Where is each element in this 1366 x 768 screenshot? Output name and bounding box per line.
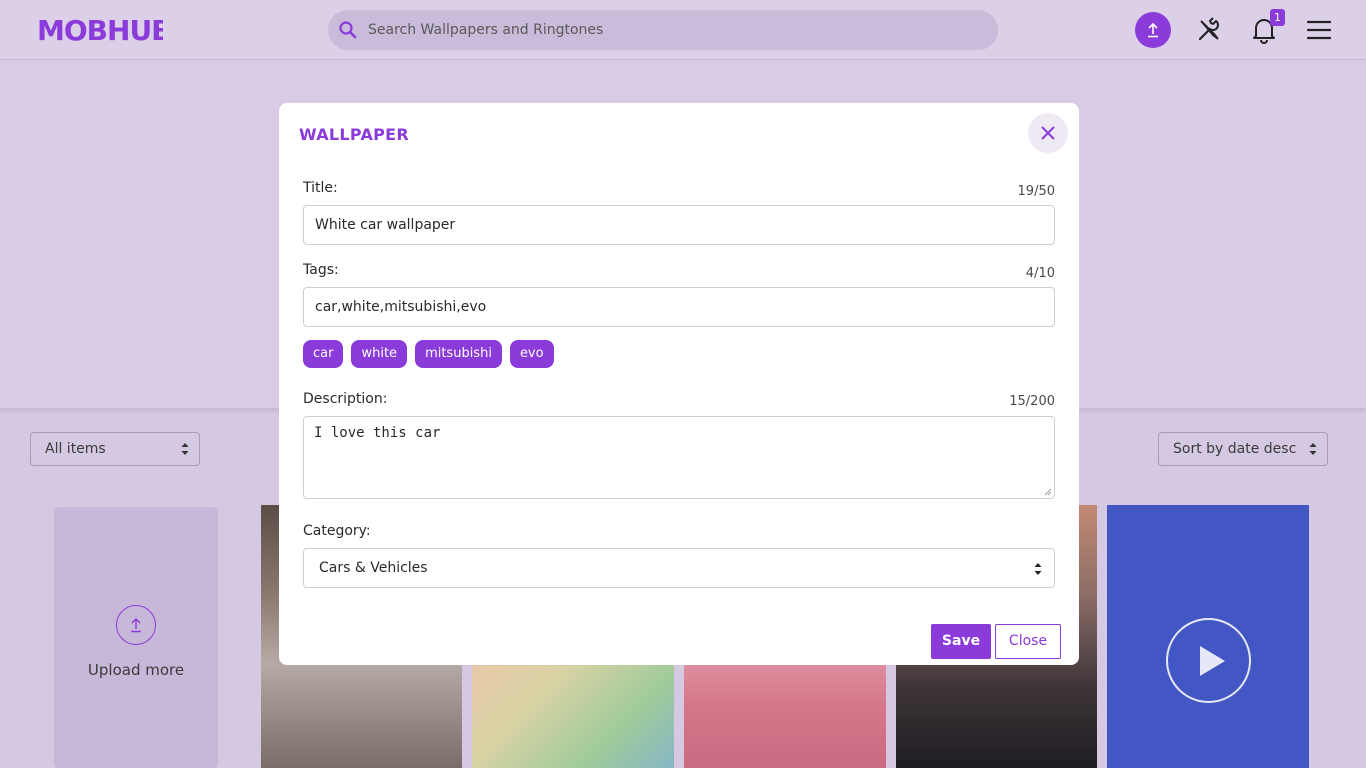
- tools-icon: [1198, 17, 1219, 41]
- item-type-select[interactable]: All items: [30, 432, 200, 466]
- play-button[interactable]: [1166, 618, 1251, 703]
- wallpaper-edit-modal: WALLPAPER Title: 19/50 White car wallpap…: [279, 103, 1079, 665]
- search-input[interactable]: [368, 10, 988, 50]
- tag-chip[interactable]: evo: [509, 340, 554, 368]
- notification-badge: 1: [1270, 9, 1285, 26]
- item-type-select-value: All items: [45, 441, 106, 457]
- upload-button[interactable]: [1135, 12, 1171, 48]
- tags-input[interactable]: car,white,mitsubishi,evo: [303, 287, 1055, 327]
- search-icon: [339, 21, 357, 39]
- tags-count: 4/10: [1025, 266, 1055, 281]
- sort-select[interactable]: Sort by date desc: [1158, 432, 1328, 466]
- category-select[interactable]: Cars & Vehicles: [303, 548, 1055, 588]
- description-label: Description:: [303, 391, 388, 407]
- select-arrows-icon: [181, 443, 189, 455]
- modal-close-x-button[interactable]: [1028, 113, 1068, 153]
- resize-grip-icon[interactable]: [1044, 488, 1052, 496]
- hamburger-menu-icon: [1306, 20, 1332, 40]
- select-arrows-icon: [1309, 443, 1317, 455]
- upload-circle: [116, 605, 156, 645]
- tags-label: Tags:: [303, 262, 339, 278]
- sort-select-value: Sort by date desc: [1173, 441, 1297, 457]
- category-label: Category:: [303, 523, 371, 539]
- upload-more-label: Upload more: [87, 661, 185, 679]
- upload-icon: [131, 618, 141, 633]
- tag-chip[interactable]: car: [303, 340, 344, 368]
- title-char-count: 19/50: [1017, 184, 1055, 199]
- upload-icon: [1148, 22, 1158, 38]
- close-icon: [1041, 126, 1055, 140]
- upload-more-card[interactable]: Upload more: [54, 507, 218, 768]
- search-bar: [328, 10, 998, 50]
- modal-title: WALLPAPER: [299, 125, 410, 144]
- tools-button[interactable]: [1191, 12, 1227, 48]
- description-char-count: 15/200: [1009, 394, 1055, 409]
- select-arrows-icon: [1034, 563, 1042, 575]
- tag-chips: car white mitsubishi evo: [303, 340, 554, 368]
- top-navbar: MOBHUB 1: [0, 0, 1366, 60]
- save-button[interactable]: Save: [931, 624, 991, 659]
- close-button[interactable]: Close: [995, 624, 1061, 659]
- play-icon: [1200, 646, 1225, 676]
- title-input[interactable]: White car wallpaper: [303, 205, 1055, 245]
- mobhub-logo[interactable]: MOBHUB: [37, 14, 163, 46]
- ringtone-card[interactable]: [1107, 505, 1309, 768]
- tag-chip[interactable]: white: [351, 340, 408, 368]
- tag-chip[interactable]: mitsubishi: [415, 340, 502, 368]
- menu-button[interactable]: [1301, 12, 1337, 48]
- logo-text: MOBHUB: [37, 14, 163, 46]
- category-select-value: Cars & Vehicles: [319, 560, 428, 576]
- description-text: I love this car: [314, 425, 441, 441]
- title-label: Title:: [303, 180, 338, 196]
- description-textarea[interactable]: I love this car: [303, 416, 1055, 499]
